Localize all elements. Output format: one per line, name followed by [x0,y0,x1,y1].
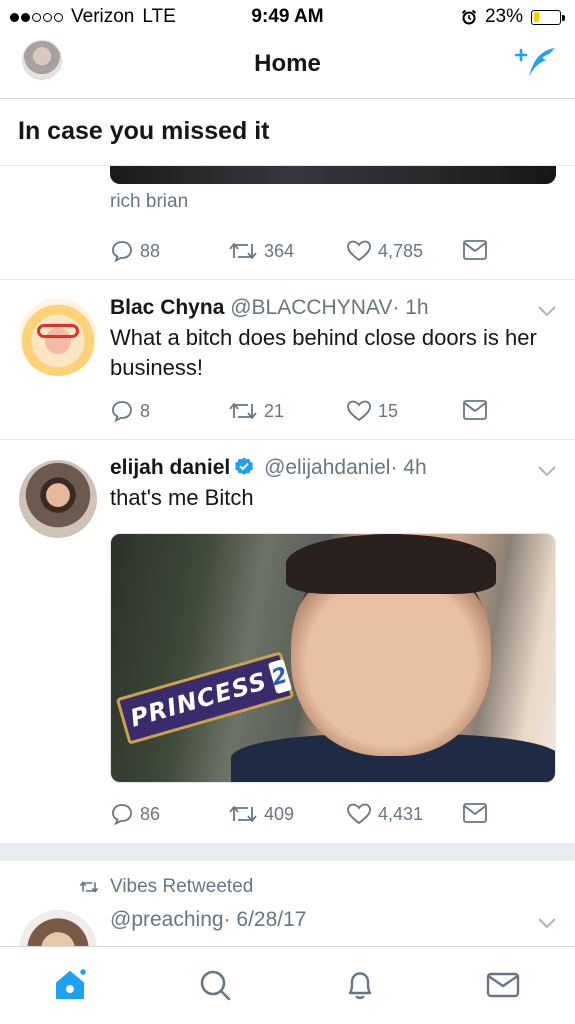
user-handle[interactable]: @BLACCHYNAV [230,296,392,319]
divider [0,439,575,440]
retweet-count: 364 [264,240,295,261]
reply-count: 88 [140,240,161,261]
user-handle[interactable]: @preaching [110,908,224,931]
tweet-header: Blac Chyna @BLACCHYNAV· 1h [110,296,429,320]
candy-label: PRINCESS [127,666,271,733]
section-title: In case you missed it [18,117,270,145]
tweet-actions: 88 364 4,785 [110,239,500,265]
user-handle[interactable]: @elijahdaniel [264,456,390,479]
like-button[interactable]: 4,785 [346,239,423,263]
retweet-context: Vibes Retweeted [78,876,253,898]
reply-icon [112,241,132,263]
chevron-down-icon[interactable] [537,464,557,478]
direct-message-button[interactable] [462,239,488,261]
avatar[interactable] [19,298,97,376]
notifications-icon[interactable] [342,967,378,1003]
tweet-header: @preaching· 6/28/17 [110,908,306,932]
messages-icon[interactable] [485,967,521,1003]
search-icon[interactable] [197,967,233,1003]
compose-tweet-icon[interactable] [515,44,559,80]
alarm-icon [461,9,477,25]
retweet-icon [229,806,257,822]
direct-message-button[interactable] [462,399,488,421]
in-case-you-missed-it-header: In case you missed it [0,99,575,166]
reply-button[interactable]: 8 [110,399,150,423]
photo-hair [286,534,496,594]
page-title: Home [254,50,321,77]
heart-icon [347,240,371,262]
retweet-button[interactable]: 21 [228,399,284,423]
reply-button[interactable]: 86 [110,802,160,826]
candy-bar: PRINCESS 2 [115,651,295,745]
tab-bar [0,946,575,1024]
timeline-feed[interactable]: rich brian 88 364 4,785 Blac Chyna @BLAC… [0,166,575,946]
direct-message-button[interactable] [462,802,488,824]
tweet-time: · 1h [392,296,429,319]
navigation-bar: Home [0,34,575,99]
status-right: 23% [461,6,565,28]
mail-icon [463,240,487,260]
like-button[interactable]: 4,431 [346,802,423,826]
tweet-text: What a bitch does behind close doors is … [110,325,537,380]
retweet-count: 21 [264,400,285,421]
avatar[interactable] [19,910,97,946]
tweet-text: that's me Bitch [110,485,254,510]
reply-icon [112,804,132,826]
avatar[interactable] [19,460,97,538]
retweet-icon [79,881,99,893]
like-count: 15 [378,400,399,421]
reply-count: 8 [140,400,151,421]
display-name[interactable]: Blac Chyna [110,296,224,319]
home-icon[interactable] [52,967,88,1003]
retweet-button[interactable]: 364 [228,239,294,263]
tweet-time: · 6/28/17 [223,908,307,931]
heart-icon [347,400,371,422]
battery-icon [531,9,565,25]
retweet-icon [229,243,257,259]
like-button[interactable]: 15 [346,399,398,423]
retweet-count: 409 [264,803,295,824]
chevron-down-icon[interactable] [537,304,557,318]
mail-icon [463,803,487,823]
tweet-actions: 86 409 4,431 [110,802,500,828]
section-gap [0,843,575,861]
tweet-actions: 8 21 15 [110,399,500,425]
tweet-time: · 4h [390,456,427,479]
heart-icon [347,803,371,825]
retweet-button[interactable]: 409 [228,802,294,826]
retweeted-by-label[interactable]: Vibes Retweeted [110,876,253,898]
tweet-header: elijah daniel @elijahdaniel· 4h [110,456,427,480]
like-count: 4,785 [378,240,424,261]
tweet-photo[interactable]: PRINCESS 2 [110,533,556,783]
retweet-icon [229,403,257,419]
reply-count: 86 [140,803,161,824]
tweet-media[interactable] [110,166,556,184]
media-caption: rich brian [110,191,189,212]
battery-percent: 23% [484,6,523,27]
reply-button[interactable]: 88 [110,239,160,263]
mail-icon [463,400,487,420]
display-name[interactable]: elijah daniel [110,456,230,479]
reply-icon [112,401,132,423]
chevron-down-icon[interactable] [537,916,557,930]
verified-badge-icon [235,457,254,475]
status-bar: Verizon LTE 9:49 AM 23% [0,0,575,34]
like-count: 4,431 [378,803,424,824]
divider [0,279,575,280]
candy-number: 2 [267,658,293,695]
